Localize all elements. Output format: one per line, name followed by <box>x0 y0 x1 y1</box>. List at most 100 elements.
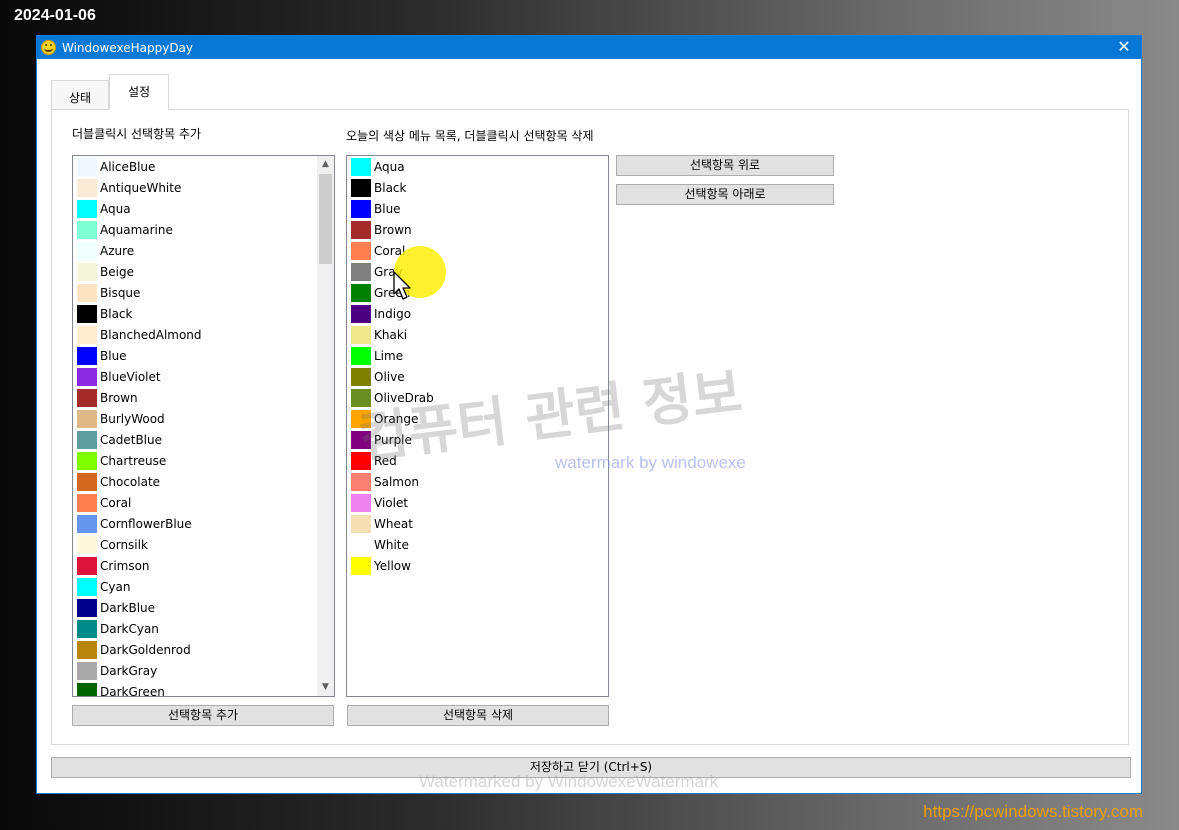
color-swatch <box>351 304 371 323</box>
delete-item-button[interactable]: 선택항목 삭제 <box>347 705 609 726</box>
color-swatch <box>77 430 97 449</box>
available-color-item[interactable]: Bisque <box>73 282 334 303</box>
move-up-button[interactable]: 선택항목 위로 <box>616 155 834 176</box>
today-color-item[interactable]: Yellow <box>347 555 608 576</box>
today-color-item[interactable]: Khaki <box>347 324 608 345</box>
today-color-item[interactable]: Coral <box>347 240 608 261</box>
available-color-item[interactable]: CornflowerBlue <box>73 513 334 534</box>
available-color-item[interactable]: DarkBlue <box>73 597 334 618</box>
available-color-item[interactable]: DarkGoldenrod <box>73 639 334 660</box>
color-swatch <box>77 283 97 302</box>
available-color-item-label: AliceBlue <box>100 159 156 174</box>
today-color-item[interactable]: Salmon <box>347 471 608 492</box>
color-swatch <box>77 367 97 386</box>
color-swatch <box>77 262 97 281</box>
today-color-item[interactable]: Olive <box>347 366 608 387</box>
available-color-item[interactable]: Blue <box>73 345 334 366</box>
available-color-item[interactable]: Aquamarine <box>73 219 334 240</box>
today-color-item-label: Coral <box>374 243 406 258</box>
scroll-up-icon[interactable]: ▲ <box>317 156 334 173</box>
today-color-item[interactable]: Purple <box>347 429 608 450</box>
available-color-item[interactable]: Azure <box>73 240 334 261</box>
color-swatch <box>351 199 371 218</box>
color-swatch <box>351 283 371 302</box>
available-color-item[interactable]: BurlyWood <box>73 408 334 429</box>
available-color-item[interactable]: Cornsilk <box>73 534 334 555</box>
available-color-item-label: DarkGray <box>100 663 158 678</box>
today-colors-items: Aqua Black Blue Brown Coral Gray Green Indigo Kh… <box>347 156 608 576</box>
available-color-item[interactable]: DarkGreen <box>73 681 334 697</box>
available-colors-scrollbar[interactable]: ▲ ▼ <box>317 156 334 696</box>
available-color-item[interactable]: Aqua <box>73 198 334 219</box>
available-color-item-label: DarkGreen <box>100 684 165 697</box>
today-color-item[interactable]: Black <box>347 177 608 198</box>
available-color-item[interactable]: Black <box>73 303 334 324</box>
today-color-item[interactable]: OliveDrab <box>347 387 608 408</box>
available-color-item[interactable]: BlanchedAlmond <box>73 324 334 345</box>
color-swatch <box>77 304 97 323</box>
today-color-item[interactable]: Orange <box>347 408 608 429</box>
available-color-item[interactable]: Chocolate <box>73 471 334 492</box>
today-colors-listbox[interactable]: Aqua Black Blue Brown Coral Gray Green Indigo Kh… <box>346 155 609 697</box>
available-color-item[interactable]: Chartreuse <box>73 450 334 471</box>
today-color-item[interactable]: Aqua <box>347 156 608 177</box>
color-swatch <box>77 157 97 176</box>
available-color-item-label: CadetBlue <box>100 432 162 447</box>
color-swatch <box>77 598 97 617</box>
available-color-item[interactable]: CadetBlue <box>73 429 334 450</box>
close-icon[interactable]: ✕ <box>1115 38 1133 56</box>
color-swatch <box>351 535 371 554</box>
available-color-item[interactable]: Brown <box>73 387 334 408</box>
available-color-item-label: DarkCyan <box>100 621 159 636</box>
today-color-item-label: Yellow <box>374 558 411 573</box>
available-color-item[interactable]: AntiqueWhite <box>73 177 334 198</box>
today-color-item-label: Khaki <box>374 327 408 342</box>
today-color-item[interactable]: Brown <box>347 219 608 240</box>
available-color-item[interactable]: Crimson <box>73 555 334 576</box>
available-color-item[interactable]: Coral <box>73 492 334 513</box>
color-swatch <box>351 388 371 407</box>
today-color-item[interactable]: Indigo <box>347 303 608 324</box>
today-color-item-label: Olive <box>374 369 405 384</box>
today-color-item[interactable]: Violet <box>347 492 608 513</box>
scroll-thumb[interactable] <box>319 174 332 264</box>
available-color-item[interactable]: BlueViolet <box>73 366 334 387</box>
available-color-item[interactable]: DarkCyan <box>73 618 334 639</box>
available-color-item[interactable]: Cyan <box>73 576 334 597</box>
color-swatch <box>351 451 371 470</box>
color-swatch <box>77 661 97 680</box>
color-swatch <box>351 241 371 260</box>
today-color-item-label: Orange <box>374 411 419 426</box>
today-color-item[interactable]: White <box>347 534 608 555</box>
today-color-item-label: Aqua <box>374 159 405 174</box>
today-color-item[interactable]: Green <box>347 282 608 303</box>
available-color-item-label: Blue <box>100 348 127 363</box>
available-colors-label: 더블클릭시 선택항목 추가 <box>72 127 202 141</box>
tab-settings-label: 설정 <box>127 85 151 99</box>
save-close-button[interactable]: 저장하고 닫기 (Ctrl+S) <box>51 757 1131 778</box>
available-color-item[interactable]: DarkGray <box>73 660 334 681</box>
color-swatch <box>351 430 371 449</box>
color-swatch <box>77 493 97 512</box>
available-color-item[interactable]: Beige <box>73 261 334 282</box>
today-color-item[interactable]: Wheat <box>347 513 608 534</box>
move-down-button[interactable]: 선택항목 아래로 <box>616 184 834 205</box>
available-color-item-label: Beige <box>100 264 134 279</box>
today-color-item[interactable]: Gray <box>347 261 608 282</box>
available-color-item[interactable]: AliceBlue <box>73 156 334 177</box>
date-overlay: 2024-01-06 <box>14 7 96 24</box>
today-color-item[interactable]: Blue <box>347 198 608 219</box>
add-item-button[interactable]: 선택항목 추가 <box>72 705 334 726</box>
today-color-item-label: OliveDrab <box>374 390 434 405</box>
today-color-item[interactable]: Lime <box>347 345 608 366</box>
tab-settings[interactable]: 설정 <box>109 74 169 110</box>
tab-status[interactable]: 상태 <box>51 80 109 110</box>
today-color-item-label: Purple <box>374 432 412 447</box>
today-color-item[interactable]: Red <box>347 450 608 471</box>
today-color-item-label: Lime <box>374 348 404 363</box>
color-swatch <box>77 451 97 470</box>
color-swatch <box>351 178 371 197</box>
scroll-down-icon[interactable]: ▼ <box>317 679 334 696</box>
available-colors-listbox[interactable]: AliceBlue AntiqueWhite Aqua Aquamarine Azure… <box>72 155 335 697</box>
color-swatch <box>77 220 97 239</box>
